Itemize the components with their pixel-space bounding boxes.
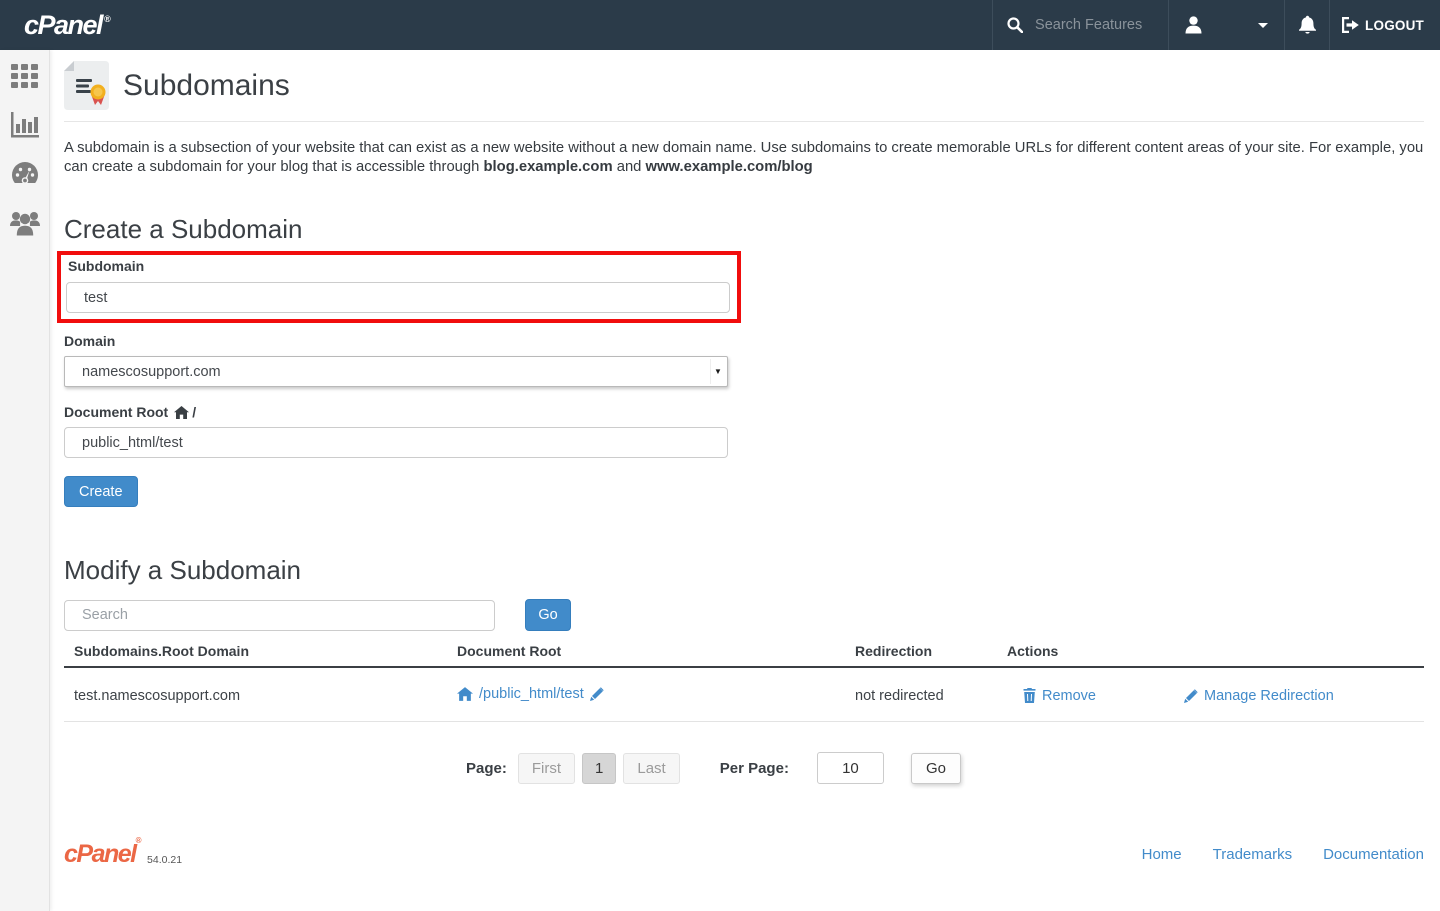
subdomains-document-icon [64, 61, 109, 110]
footer-link-documentation[interactable]: Documentation [1323, 846, 1424, 863]
search-go-button[interactable]: Go [525, 599, 571, 631]
table-header-row: Subdomains.Root Domain Document Root Red… [64, 641, 1424, 668]
page-footer: cPanel® 54.0.21 Home Trademarks Document… [64, 840, 1424, 869]
logout-icon [1342, 17, 1359, 33]
description-text-and: and [613, 159, 646, 175]
footer-link-home[interactable]: Home [1142, 846, 1182, 863]
page-label: Page: [466, 760, 507, 777]
remove-link-text: Remove [1042, 688, 1096, 704]
search-icon [1007, 17, 1023, 33]
domain-select[interactable]: namescosupport.com ▼ [64, 356, 728, 387]
domain-selected-value: namescosupport.com [82, 364, 221, 380]
trash-icon [1023, 688, 1036, 703]
pagination-bar: Page: First 1 Last Per Page: Go [466, 752, 1424, 784]
feature-search [992, 0, 1168, 50]
footer-link-trademarks[interactable]: Trademarks [1213, 846, 1292, 863]
user-menu[interactable] [1168, 0, 1284, 50]
row-actions: Remove Manage Redirection [1007, 688, 1424, 704]
bell-icon [1298, 15, 1317, 35]
edit-pencil-icon [1184, 689, 1198, 703]
search-features-input[interactable] [1033, 16, 1163, 34]
page-button-group: First 1 Last [518, 753, 680, 784]
manage-redirection-text: Manage Redirection [1204, 688, 1334, 704]
domain-field-group: Domain namescosupport.com ▼ [64, 332, 1424, 387]
subdomain-input[interactable] [66, 282, 730, 313]
notifications-bell[interactable] [1284, 0, 1329, 50]
page-title: Subdomains [123, 69, 290, 103]
cpanel-logo: cPanel® [24, 0, 109, 50]
statistics-bars-icon [11, 112, 39, 139]
footer-links: Home Trademarks Documentation [1142, 846, 1424, 863]
logout-button[interactable]: LOGOUT [1329, 0, 1440, 50]
version-number: 54.0.21 [147, 854, 182, 866]
last-page-button[interactable]: Last [623, 753, 679, 784]
description-example-domain: blog.example.com [484, 159, 613, 175]
left-sidebar [0, 50, 50, 911]
docroot-field-group: Document Root / [64, 403, 1424, 458]
user-manager-icon [10, 210, 40, 236]
cpanel-logo-text: cPanel [24, 10, 102, 41]
sidebar-item-user-manager[interactable] [11, 209, 39, 237]
sidebar-item-statistics[interactable] [11, 111, 39, 139]
column-header-actions: Actions [1007, 643, 1424, 659]
user-icon [1185, 16, 1202, 34]
first-page-button[interactable]: First [518, 753, 575, 784]
remove-link[interactable]: Remove [1023, 688, 1096, 704]
per-page-label: Per Page: [720, 760, 789, 777]
page-header: Subdomains [64, 50, 1424, 122]
per-page-go-button[interactable]: Go [911, 753, 961, 784]
footer-logo-text: cPanel [64, 840, 136, 869]
docroot-slash: / [192, 403, 196, 422]
create-button[interactable]: Create [64, 476, 138, 507]
subdomain-search-input[interactable] [64, 600, 495, 631]
row-subdomain-name: test.namescosupport.com [64, 688, 457, 704]
per-page-input[interactable] [817, 752, 884, 784]
docroot-link-text: /public_html/test [479, 686, 584, 702]
column-header-redirection: Redirection [855, 643, 1007, 659]
modify-subdomain-heading: Modify a Subdomain [64, 555, 1424, 586]
registered-mark: ® [104, 14, 109, 24]
docroot-label: Document Root / [64, 403, 1424, 422]
docroot-link[interactable]: /public_html/test [457, 686, 604, 702]
metrics-gauge-icon [11, 161, 39, 187]
sidebar-item-metrics[interactable] [11, 160, 39, 188]
footer-registered-mark: ® [136, 836, 140, 869]
home-icon [457, 687, 473, 701]
description-example-url: www.example.com/blog [646, 159, 813, 175]
page-description: A subdomain is a subsection of your webs… [64, 139, 1424, 177]
table-row: test.namescosupport.com /public_html/tes… [64, 668, 1424, 722]
domain-label: Domain [64, 332, 1424, 351]
sidebar-item-home[interactable] [11, 62, 39, 90]
manage-redirection-link[interactable]: Manage Redirection [1184, 688, 1334, 704]
logout-label: LOGOUT [1365, 18, 1424, 33]
subdomain-search-row: Go [64, 599, 1424, 631]
home-icon [174, 406, 189, 419]
main-content: Subdomains A subdomain is a subsection o… [50, 50, 1440, 869]
select-caret-icon: ▼ [710, 359, 725, 384]
top-navbar: cPanel® LOGOUT [0, 0, 1440, 50]
column-header-subdomain: Subdomains.Root Domain [64, 643, 457, 659]
docroot-input[interactable] [64, 427, 728, 458]
column-header-docroot: Document Root [457, 643, 855, 659]
subdomain-label: Subdomain [68, 257, 732, 276]
current-page-button[interactable]: 1 [582, 753, 616, 784]
chevron-down-icon [1258, 23, 1268, 28]
footer-cpanel-logo: cPanel® [64, 840, 140, 869]
subdomains-table: Subdomains.Root Domain Document Root Red… [64, 641, 1424, 722]
edit-pencil-icon [590, 687, 604, 701]
apps-grid-icon [11, 63, 38, 90]
create-subdomain-heading: Create a Subdomain [64, 214, 1424, 245]
docroot-label-text: Document Root [64, 403, 168, 422]
subdomain-field-highlight: Subdomain [57, 251, 741, 323]
row-redirection-status: not redirected [855, 688, 1007, 704]
